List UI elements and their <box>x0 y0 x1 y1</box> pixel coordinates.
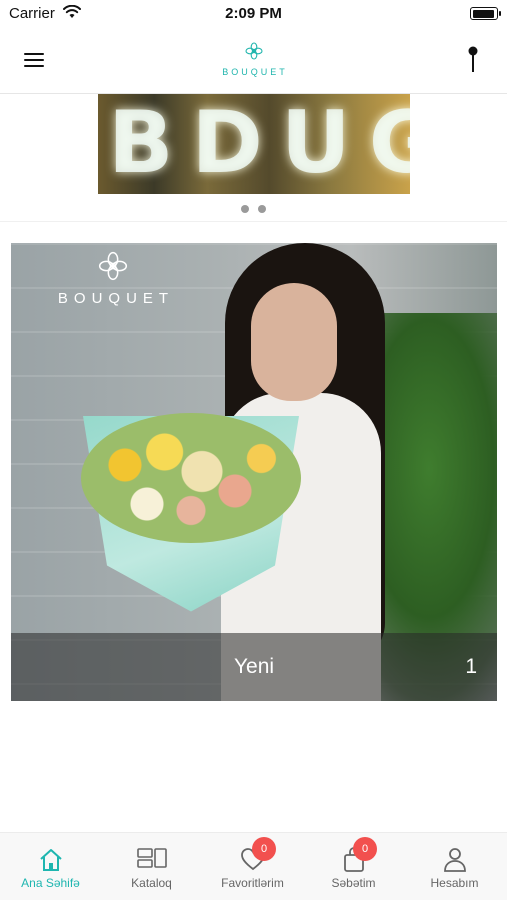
card-item-count: 1 <box>465 655 477 678</box>
bottom-tab-bar: Ana Səhifə Kataloq 0 Favoritlərim 0 Səbə… <box>0 832 507 900</box>
card-title: Yeni <box>233 655 275 678</box>
brand-logo[interactable]: BOUQUET <box>0 42 507 77</box>
home-icon <box>39 849 62 871</box>
card-caption-bar: Yeni 1 <box>11 633 497 701</box>
tab-account[interactable]: Hesabım <box>404 833 505 900</box>
brand-logo-text: BOUQUET <box>222 67 288 77</box>
carousel-page-indicator <box>0 200 507 218</box>
tab-label: Səbətim <box>331 876 376 890</box>
user-icon <box>443 848 466 872</box>
status-bar: Carrier 2:09 PM <box>0 0 507 28</box>
carousel-dot[interactable] <box>241 205 250 213</box>
category-card-yeni[interactable]: BOUQUET Yeni 1 <box>11 243 497 701</box>
tab-catalog[interactable]: Kataloq <box>101 833 202 900</box>
tab-cart[interactable]: 0 Səbətim <box>303 833 404 900</box>
banner-neon-sign: BDUG <box>108 94 410 193</box>
carousel-dot[interactable] <box>257 205 266 213</box>
tab-favorites[interactable]: 0 Favoritlərim <box>202 833 303 900</box>
clock: 2:09 PM <box>225 5 282 22</box>
tab-label: Hesabım <box>430 876 479 890</box>
card-watermark-logo: BOUQUET <box>51 251 175 307</box>
banner-carousel[interactable]: BDUG <box>0 94 507 222</box>
tab-label: Kataloq <box>131 876 172 890</box>
card-bouquet-flowers <box>81 413 301 543</box>
top-navbar: BOUQUET <box>0 28 507 94</box>
cart-badge: 0 <box>353 837 377 861</box>
flower-logo-icon <box>244 42 263 60</box>
favorites-badge: 0 <box>252 837 276 861</box>
tab-label: Ana Səhifə <box>21 876 80 890</box>
tab-label: Favoritlərim <box>221 876 284 890</box>
flower-logo-icon <box>98 251 128 281</box>
battery-icon <box>470 7 501 20</box>
tab-home[interactable]: Ana Səhifə <box>0 833 101 900</box>
banner-image[interactable]: BDUG <box>98 94 410 194</box>
card-person-face <box>251 283 337 401</box>
map-pin-icon <box>468 46 478 72</box>
card-watermark-text: BOUQUET <box>57 290 175 307</box>
location-button[interactable] <box>461 44 485 76</box>
catalog-icon <box>136 848 167 868</box>
